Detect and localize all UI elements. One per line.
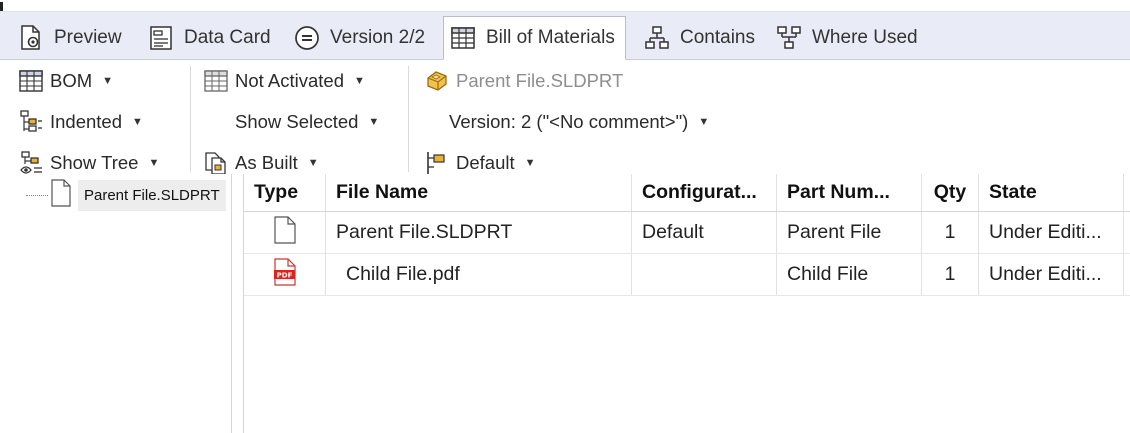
as-built-icon (203, 150, 229, 176)
not-activated-label: Not Activated (235, 70, 345, 91)
bom-tree-pane: Parent File.SLDPRT (0, 174, 232, 433)
tab-label: Preview (54, 27, 122, 48)
tab-version[interactable]: Version 2/2 (294, 16, 425, 60)
as-built-label: As Built (235, 152, 298, 173)
edge-mark (0, 2, 3, 11)
version-icon (294, 25, 320, 51)
part-number-cell: Child File (777, 254, 922, 295)
show-tree-icon (18, 150, 44, 176)
tree-node-parent-file[interactable]: Parent File.SLDPRT (26, 178, 226, 212)
state-cell: Under Editi... (979, 254, 1124, 295)
document-icon (273, 215, 297, 250)
pdf-icon: PDF (273, 257, 297, 292)
bom-label: BOM (50, 70, 93, 91)
table-row[interactable]: PDF Child File.pdf Child File 1 Under Ed… (244, 254, 1130, 296)
configuration-cell: Default (632, 212, 777, 253)
configuration-cell (632, 254, 777, 295)
tab-data-card[interactable]: Data Card (148, 16, 271, 60)
column-header-file-name[interactable]: File Name (326, 174, 632, 211)
part-file-icon (424, 68, 450, 94)
window-top-edge (0, 0, 1130, 12)
bom-table-icon (18, 68, 44, 94)
chevron-down-icon: ▼ (524, 157, 536, 169)
show-selected-label: Show Selected (235, 111, 359, 132)
tab-label: Version 2/2 (330, 27, 426, 48)
data-card-icon (148, 25, 174, 51)
tree-node-label: Parent File.SLDPRT (78, 179, 226, 211)
chevron-down-icon: ▼ (698, 116, 710, 128)
tab-label: Bill of Materials (486, 27, 615, 48)
tree-connector (26, 194, 48, 196)
parent-file-label: Parent File.SLDPRT (456, 70, 624, 91)
grid-header-row: Type File Name Configurat... Part Num...… (244, 174, 1130, 212)
tab-label: Contains (680, 27, 755, 48)
svg-text:PDF: PDF (276, 271, 292, 279)
type-cell (244, 212, 326, 253)
indented-tree-icon (18, 109, 44, 135)
column-header-configuration[interactable]: Configurat... (632, 174, 777, 211)
bom-table-icon (450, 25, 476, 51)
tab-bill-of-materials[interactable]: Bill of Materials (443, 16, 626, 60)
table-grid-icon (203, 68, 229, 94)
tab-bar: Preview Data Card Version 2/2 Bill of Ma… (0, 12, 1130, 60)
version-dropdown[interactable]: Version: 2 ("<No comment>") ▼ (449, 104, 709, 140)
tab-preview[interactable]: Preview (18, 16, 122, 60)
file-name-cell: Parent File.SLDPRT (326, 212, 632, 253)
tab-contains[interactable]: Contains (644, 16, 755, 60)
ribbon-divider (190, 66, 191, 172)
document-icon (50, 178, 72, 212)
configuration-flag-icon (424, 150, 450, 176)
qty-cell: 1 (922, 254, 979, 295)
indented-label: Indented (50, 111, 123, 132)
bom-dropdown[interactable]: BOM ▼ (18, 63, 113, 99)
column-header-qty[interactable]: Qty (922, 174, 979, 211)
tab-label: Where Used (812, 27, 918, 48)
column-header-state[interactable]: State (979, 174, 1124, 211)
chevron-down-icon: ▼ (307, 157, 319, 169)
part-number-cell: Parent File (777, 212, 922, 253)
chevron-down-icon: ▼ (102, 75, 114, 87)
column-header-type[interactable]: Type (244, 174, 326, 211)
show-selected-dropdown[interactable]: Show Selected ▼ (235, 104, 379, 140)
contains-icon (644, 25, 670, 51)
ribbon-toolbar: BOM ▼ Indented ▼ Show Tree ▼ Not Activat… (0, 60, 1130, 176)
chevron-down-icon: ▼ (148, 157, 160, 169)
show-tree-label: Show Tree (50, 152, 139, 173)
chevron-down-icon: ▼ (368, 116, 380, 128)
indented-dropdown[interactable]: Indented ▼ (18, 104, 143, 140)
table-row[interactable]: Parent File.SLDPRT Default Parent File 1… (244, 212, 1130, 254)
where-used-icon (776, 25, 802, 51)
chevron-down-icon: ▼ (354, 75, 365, 87)
file-name-cell: Child File.pdf (326, 254, 632, 295)
version-label: Version: 2 ("<No comment>") (449, 111, 689, 132)
column-header-part-number[interactable]: Part Num... (777, 174, 922, 211)
ribbon-divider (408, 66, 409, 172)
preview-icon (18, 25, 44, 51)
type-cell: PDF (244, 254, 326, 295)
qty-cell: 1 (922, 212, 979, 253)
configuration-label: Default (456, 152, 515, 173)
not-activated-dropdown[interactable]: Not Activated ▼ (203, 63, 365, 99)
parent-file-reference: Parent File.SLDPRT (424, 63, 623, 99)
state-cell: Under Editi... (979, 212, 1124, 253)
chevron-down-icon: ▼ (132, 116, 143, 128)
tab-label: Data Card (184, 27, 271, 48)
bom-grid: Type File Name Configurat... Part Num...… (243, 174, 1130, 433)
tab-where-used[interactable]: Where Used (776, 16, 918, 60)
